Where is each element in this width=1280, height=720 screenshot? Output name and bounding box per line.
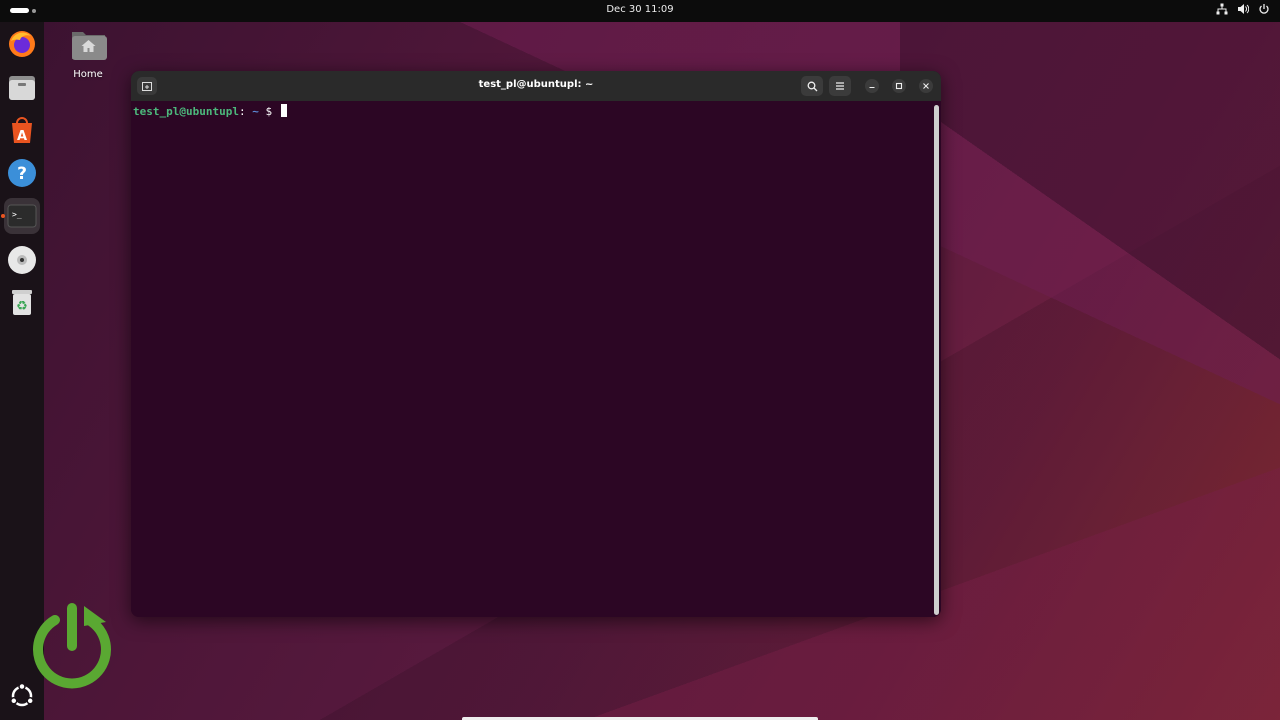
terminal-output[interactable]: test_pl@ubuntupl: ~ $ <box>131 101 941 617</box>
dock-item-app-center[interactable]: A <box>4 112 40 148</box>
home-folder-icon <box>70 28 107 61</box>
dock-item-firefox[interactable] <box>4 26 40 62</box>
system-tray[interactable] <box>1216 3 1270 15</box>
terminal-icon: >_ <box>7 204 37 228</box>
search-button[interactable] <box>801 76 823 96</box>
app-center-icon: A <box>12 117 32 144</box>
prompt-path: ~ <box>252 105 259 118</box>
disc-icon <box>8 246 36 274</box>
top-bar: Dec 30 11:09 <box>0 0 1280 22</box>
menu-button[interactable] <box>829 76 851 96</box>
close-button[interactable] <box>919 79 933 93</box>
help-icon: ? <box>8 159 36 187</box>
text-cursor <box>280 104 287 117</box>
firefox-icon <box>9 31 35 57</box>
clock[interactable]: Dec 30 11:09 <box>0 4 1280 15</box>
dock-item-trash[interactable]: ♻ <box>4 284 40 320</box>
files-icon <box>9 76 35 100</box>
svg-text:A: A <box>17 129 27 144</box>
svg-text:?: ? <box>17 164 27 184</box>
prompt-separator: : <box>238 105 246 118</box>
svg-text:♻: ♻ <box>16 299 28 314</box>
wallpaper-shape <box>900 22 1280 720</box>
close-icon <box>923 83 929 89</box>
maximize-icon <box>895 82 903 90</box>
desktop-home-folder[interactable]: Home <box>66 28 110 80</box>
power-icon[interactable] <box>1258 3 1270 15</box>
dock-item-files[interactable] <box>4 69 40 105</box>
dock-item-terminal[interactable]: >_ <box>4 198 40 234</box>
network-icon[interactable] <box>1216 3 1228 15</box>
dock-item-help[interactable]: ? <box>4 155 40 191</box>
hamburger-menu-icon <box>836 82 844 90</box>
terminal-window[interactable]: test_pl@ubuntupl: ~ test_pl@ubuntupl: ~ … <box>131 71 941 617</box>
maximize-button[interactable] <box>892 79 906 93</box>
dock-item-disc[interactable] <box>4 242 40 278</box>
terminal-scrollbar[interactable] <box>934 105 939 615</box>
home-folder-label: Home <box>73 69 103 80</box>
power-logo-icon <box>33 603 111 689</box>
running-indicator <box>1 214 5 218</box>
terminal-header-bar[interactable]: test_pl@ubuntupl: ~ <box>131 71 941 101</box>
prompt-symbol: $ <box>265 105 273 118</box>
minimize-icon <box>869 86 875 89</box>
volume-icon[interactable] <box>1237 3 1249 15</box>
shell-prompt: test_pl@ubuntupl: ~ $ <box>133 104 287 118</box>
minimize-button[interactable] <box>865 79 879 93</box>
trash-icon: ♻ <box>12 290 32 315</box>
prompt-user-host: test_pl@ubuntupl <box>133 105 239 118</box>
search-icon <box>807 81 817 91</box>
svg-text:>_: >_ <box>12 210 22 219</box>
